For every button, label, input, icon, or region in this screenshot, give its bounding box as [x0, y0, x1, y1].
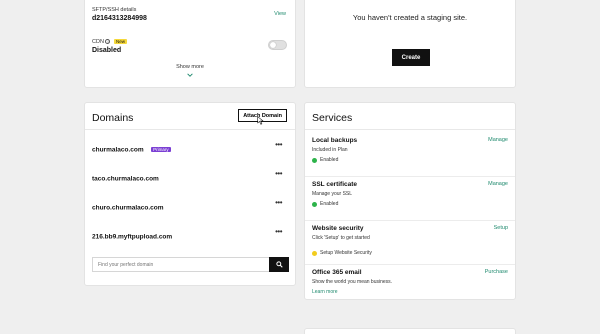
show-more-button[interactable]: Show more: [85, 64, 295, 70]
domain-row: taco.churmalaco.com •••: [92, 170, 287, 183]
chevron-down-icon[interactable]: [187, 72, 193, 78]
manage-ssl-link[interactable]: Manage: [488, 181, 508, 187]
service-ssl: SSL certificate Manage your SSL Enabled …: [312, 181, 508, 207]
domains-card: Domains Attach Domain churmalaco.com Pri…: [84, 102, 296, 286]
divider: [85, 129, 295, 130]
divider: [305, 264, 515, 265]
divider: [305, 220, 515, 221]
domain-row: 216.bb9.myftpupload.com •••: [92, 228, 287, 241]
more-options-icon[interactable]: •••: [275, 170, 282, 178]
learn-more-link[interactable]: Learn more: [312, 289, 508, 295]
service-office-365: Office 365 email Show the world you mean…: [312, 269, 508, 295]
service-subtitle: Included in Plan: [312, 147, 348, 153]
purchase-email-link[interactable]: Purchase: [485, 269, 508, 275]
sftp-label: SFTP/SSH details: [92, 7, 137, 13]
sftp-value: d2164313284998: [92, 15, 147, 22]
services-title: Services: [312, 112, 353, 124]
service-subtitle: Show the world you mean business.: [312, 279, 393, 285]
domain-row: churo.churmalaco.com •••: [92, 199, 287, 212]
more-options-icon[interactable]: •••: [275, 199, 282, 207]
service-title: SSL certificate: [312, 181, 358, 188]
service-subtitle: Click 'Setup' to get started: [312, 235, 370, 241]
service-status: Enabled: [312, 201, 508, 207]
service-status: Enabled: [312, 157, 508, 163]
services-card: Services Local backups Included in Plan …: [304, 102, 516, 300]
primary-badge: Primary: [151, 147, 171, 153]
service-title: Office 365 email: [312, 269, 362, 276]
service-status-text: Setup Website Security: [320, 250, 372, 256]
status-enabled-icon: [312, 157, 317, 163]
manage-backups-link[interactable]: Manage: [488, 137, 508, 143]
domain-name[interactable]: taco.churmalaco.com: [92, 175, 159, 182]
domain-name[interactable]: churo.churmalaco.com: [92, 204, 164, 211]
service-title: Website security: [312, 225, 364, 232]
create-staging-button[interactable]: Create: [392, 49, 430, 66]
status-warning-icon: [312, 250, 317, 256]
divider: [305, 129, 515, 130]
next-card: [304, 328, 516, 334]
cdn-label-row: CDN i New: [92, 39, 127, 45]
more-options-icon[interactable]: •••: [275, 228, 282, 236]
service-title: Local backups: [312, 137, 358, 144]
service-website-security: Website security Click 'Setup' to get st…: [312, 225, 508, 256]
status-enabled-icon: [312, 201, 317, 207]
new-badge: New: [113, 39, 127, 45]
info-icon[interactable]: i: [105, 39, 111, 45]
domain-row: churmalaco.com Primary •••: [92, 141, 287, 154]
sftp-view-link[interactable]: View: [274, 11, 286, 17]
domain-name[interactable]: churmalaco.com: [92, 146, 144, 153]
cdn-label: CDN: [92, 39, 104, 45]
service-subtitle: Manage your SSL: [312, 191, 353, 197]
site-details-card: SFTP/SSH details d2164313284998 View CDN…: [84, 0, 296, 88]
service-status-text: Enabled: [320, 201, 339, 207]
domain-search-input[interactable]: [92, 257, 270, 272]
service-status-text: Enabled: [320, 157, 339, 163]
staging-card: You haven't created a staging site. Crea…: [304, 0, 516, 88]
setup-security-link[interactable]: Setup: [494, 225, 508, 231]
service-status: Setup Website Security: [312, 250, 508, 256]
cdn-value: Disabled: [92, 47, 122, 54]
search-icon: [275, 261, 283, 268]
staging-message: You haven't created a staging site.: [352, 13, 468, 22]
domains-title: Domains: [92, 112, 134, 124]
cdn-toggle[interactable]: [268, 40, 287, 50]
domain-search-button[interactable]: [269, 257, 289, 272]
domain-name[interactable]: 216.bb9.myftpupload.com: [92, 233, 172, 240]
divider: [305, 176, 515, 177]
mouse-cursor-icon: [257, 116, 264, 125]
service-local-backups: Local backups Included in Plan Enabled M…: [312, 137, 508, 163]
more-options-icon[interactable]: •••: [275, 141, 282, 149]
